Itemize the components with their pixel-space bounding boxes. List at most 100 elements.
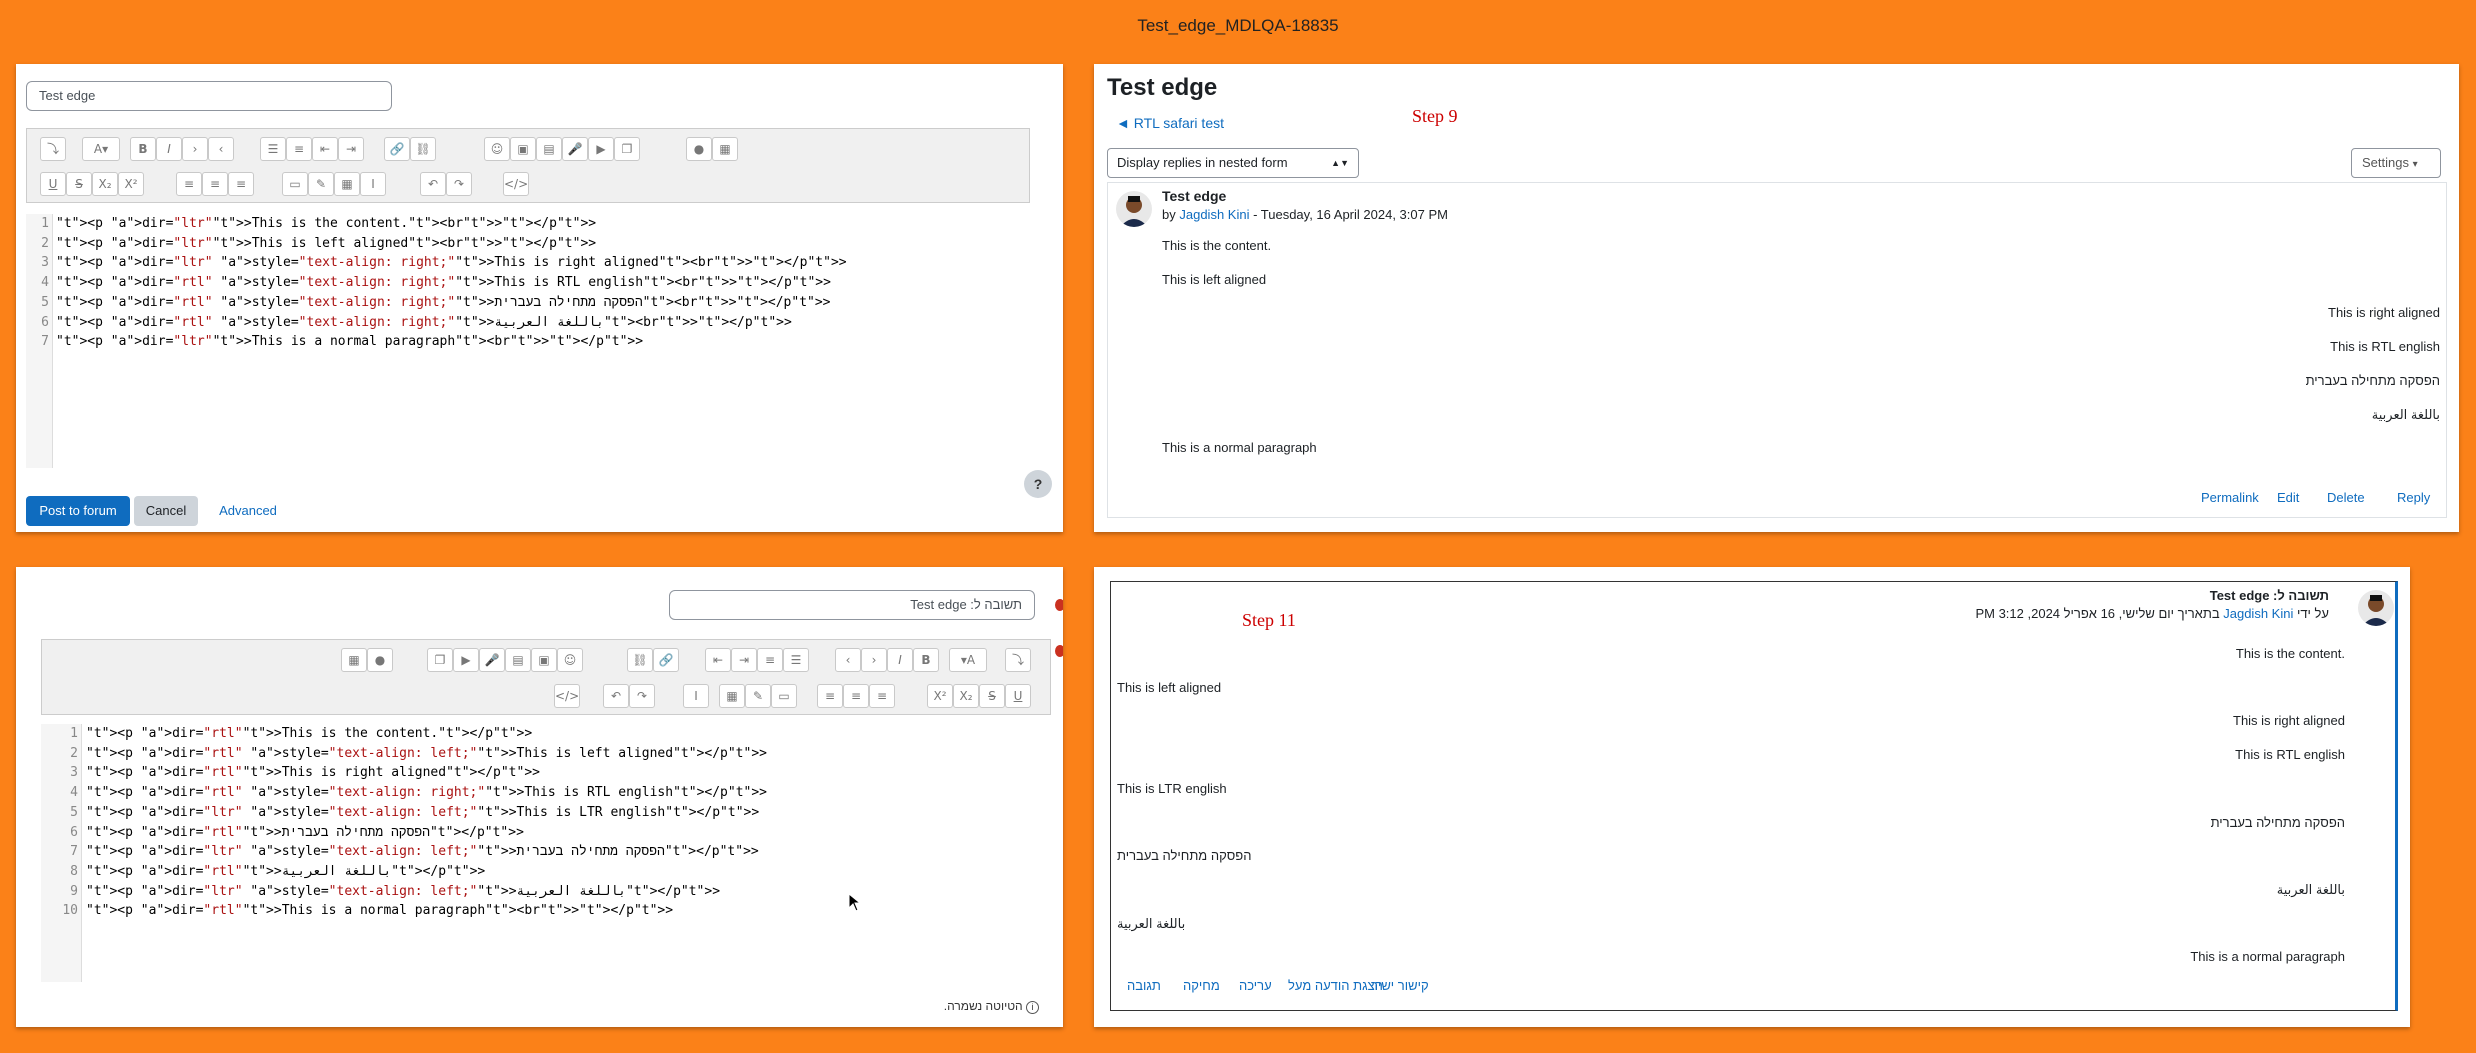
italic-icon[interactable]: I bbox=[156, 137, 182, 161]
screenreader-icon[interactable]: ▦ bbox=[712, 137, 738, 161]
code-line: "t"><p "a">dir="ltr" "a">style="text-ali… bbox=[56, 255, 847, 271]
help-icon[interactable]: ? bbox=[1024, 470, 1052, 498]
avatar[interactable] bbox=[1116, 191, 1152, 227]
align-center-icon[interactable]: ≡ bbox=[202, 172, 228, 196]
advanced-link[interactable]: Advanced bbox=[208, 496, 288, 526]
record-video-icon[interactable]: ▶ bbox=[453, 648, 479, 672]
underline-icon[interactable]: U bbox=[40, 172, 66, 196]
emoji-icon[interactable]: ☺ bbox=[557, 648, 583, 672]
author-link[interactable]: Jagdish Kini bbox=[2223, 606, 2293, 621]
post-action-link[interactable]: הצגת הודעה מעל bbox=[1288, 978, 1383, 993]
outdent-quote-icon[interactable]: ‹ bbox=[835, 648, 861, 672]
numbered-list-icon[interactable]: ≡ bbox=[757, 648, 783, 672]
align-right-icon[interactable]: ≡ bbox=[817, 684, 843, 708]
indent-icon[interactable]: ⇤ bbox=[705, 648, 731, 672]
post-action-link[interactable]: עריכה bbox=[1239, 978, 1272, 993]
font-color-icon[interactable]: A▾ bbox=[82, 137, 120, 161]
post-paragraph: הפסקה מתחילה בעברית bbox=[2210, 814, 2345, 830]
outdent-quote-icon[interactable]: ‹ bbox=[208, 137, 234, 161]
accessibility-icon[interactable]: ● bbox=[686, 137, 712, 161]
align-right-icon[interactable]: ≡ bbox=[228, 172, 254, 196]
media-icon[interactable]: ▤ bbox=[536, 137, 562, 161]
emoji-icon[interactable]: ☺ bbox=[484, 137, 510, 161]
display-mode-select[interactable]: Display replies in nested form ▲▼ bbox=[1107, 148, 1359, 178]
bullet-list-icon[interactable]: ☰ bbox=[260, 137, 286, 161]
subscript-icon[interactable]: X₂ bbox=[953, 684, 979, 708]
subject-input[interactable]: Test edge bbox=[26, 81, 392, 111]
unlink-icon[interactable]: ⛓ bbox=[627, 648, 653, 672]
strikethrough-icon[interactable]: S bbox=[66, 172, 92, 196]
image-icon[interactable]: ▣ bbox=[510, 137, 536, 161]
special-chars-icon[interactable]: ✎ bbox=[308, 172, 334, 196]
link-icon[interactable]: 🔗 bbox=[653, 648, 679, 672]
post-action-link[interactable]: Permalink bbox=[2201, 490, 2259, 505]
copy-icon[interactable]: ❐ bbox=[614, 137, 640, 161]
html-code-editor[interactable]: 1 2 3 4 5 6 7 8 9 10 "t"><p "a">dir="rtl""t">>Thi… bbox=[41, 724, 1051, 982]
post-action-link[interactable]: תגובה bbox=[1127, 978, 1161, 993]
outdent-icon[interactable]: ⇤ bbox=[312, 137, 338, 161]
copy-icon[interactable]: ❐ bbox=[427, 648, 453, 672]
html-source-icon[interactable]: </> bbox=[554, 684, 580, 708]
author-link[interactable]: Jagdish Kini bbox=[1179, 207, 1249, 222]
code-line: "t"><p "a">dir="ltr" "a">style="text-ali… bbox=[86, 883, 721, 899]
bold-icon[interactable]: B bbox=[130, 137, 156, 161]
code-line: "t"><p "a">dir="ltr""t">>This is the con… bbox=[56, 216, 597, 231]
equation-icon[interactable]: ▭ bbox=[282, 172, 308, 196]
settings-dropdown-button[interactable]: Settings ▾ bbox=[2351, 148, 2441, 178]
link-icon[interactable]: 🔗 bbox=[384, 137, 410, 161]
record-audio-icon[interactable]: 🎤 bbox=[479, 648, 505, 672]
image-icon[interactable]: ▣ bbox=[531, 648, 557, 672]
equation-icon[interactable]: ▭ bbox=[771, 684, 797, 708]
align-left-icon[interactable]: ≡ bbox=[869, 684, 895, 708]
post-to-forum-button[interactable]: Post to forum bbox=[26, 496, 130, 526]
accessibility-icon[interactable]: ● bbox=[367, 648, 393, 672]
line-number-gutter: 1 2 3 4 5 6 7 8 9 10 bbox=[41, 724, 82, 982]
font-color-icon[interactable]: ▾A bbox=[949, 648, 987, 672]
blockquote-icon[interactable]: › bbox=[861, 648, 887, 672]
numbered-list-icon[interactable]: ≡ bbox=[286, 137, 312, 161]
mouse-cursor-icon bbox=[848, 893, 862, 912]
post-action-link[interactable]: מחיקה bbox=[1183, 978, 1220, 993]
align-left-icon[interactable]: ≡ bbox=[176, 172, 202, 196]
by-prefix: by bbox=[1162, 207, 1176, 222]
post-paragraph: הפסקה מתחילה בעברית bbox=[1117, 848, 1252, 864]
subscript-icon[interactable]: X₂ bbox=[92, 172, 118, 196]
media-icon[interactable]: ▤ bbox=[505, 648, 531, 672]
table-icon[interactable]: ▦ bbox=[719, 684, 745, 708]
toolbar-toggle-icon[interactable]: ⤵ bbox=[40, 137, 66, 161]
superscript-icon[interactable]: X² bbox=[927, 684, 953, 708]
redo-icon[interactable]: ↷ bbox=[446, 172, 472, 196]
table-icon[interactable]: ▦ bbox=[334, 172, 360, 196]
html-source-icon[interactable]: </> bbox=[503, 172, 529, 196]
indent-icon[interactable]: ⇥ bbox=[338, 137, 364, 161]
bullet-list-icon[interactable]: ☰ bbox=[783, 648, 809, 672]
post-action-link[interactable]: Reply bbox=[2397, 490, 2430, 505]
special-chars-icon[interactable]: ✎ bbox=[745, 684, 771, 708]
underline-icon[interactable]: U bbox=[1005, 684, 1031, 708]
screenreader-icon[interactable]: ▦ bbox=[341, 648, 367, 672]
clear-format-icon[interactable]: I bbox=[360, 172, 386, 196]
back-link[interactable]: ◄ RTL safari test bbox=[1116, 115, 1224, 131]
strikethrough-icon[interactable]: S bbox=[979, 684, 1005, 708]
cancel-button[interactable]: Cancel bbox=[134, 496, 198, 526]
avatar[interactable] bbox=[2358, 590, 2394, 626]
bold-icon[interactable]: B bbox=[913, 648, 939, 672]
post-action-link[interactable]: Edit bbox=[2277, 490, 2299, 505]
record-audio-icon[interactable]: 🎤 bbox=[562, 137, 588, 161]
undo-icon[interactable]: ↶ bbox=[420, 172, 446, 196]
align-center-icon[interactable]: ≡ bbox=[843, 684, 869, 708]
clear-format-icon[interactable]: I bbox=[683, 684, 709, 708]
blockquote-icon[interactable]: › bbox=[182, 137, 208, 161]
redo-icon[interactable]: ↶ bbox=[603, 684, 629, 708]
chevron-down-icon: ▾ bbox=[2412, 159, 2418, 170]
subject-input[interactable]: תשובה ל: Test edge bbox=[669, 590, 1035, 620]
outdent-icon[interactable]: ⇥ bbox=[731, 648, 757, 672]
toolbar-toggle-icon[interactable]: ⤵ bbox=[1005, 648, 1031, 672]
superscript-icon[interactable]: X² bbox=[118, 172, 144, 196]
html-code-editor[interactable]: 1234567 "t"><p "a">dir="ltr""t">>This is… bbox=[26, 214, 1056, 468]
unlink-icon[interactable]: ⛓ bbox=[410, 137, 436, 161]
post-action-link[interactable]: Delete bbox=[2327, 490, 2365, 505]
record-video-icon[interactable]: ▶ bbox=[588, 137, 614, 161]
italic-icon[interactable]: I bbox=[887, 648, 913, 672]
undo-icon[interactable]: ↷ bbox=[629, 684, 655, 708]
